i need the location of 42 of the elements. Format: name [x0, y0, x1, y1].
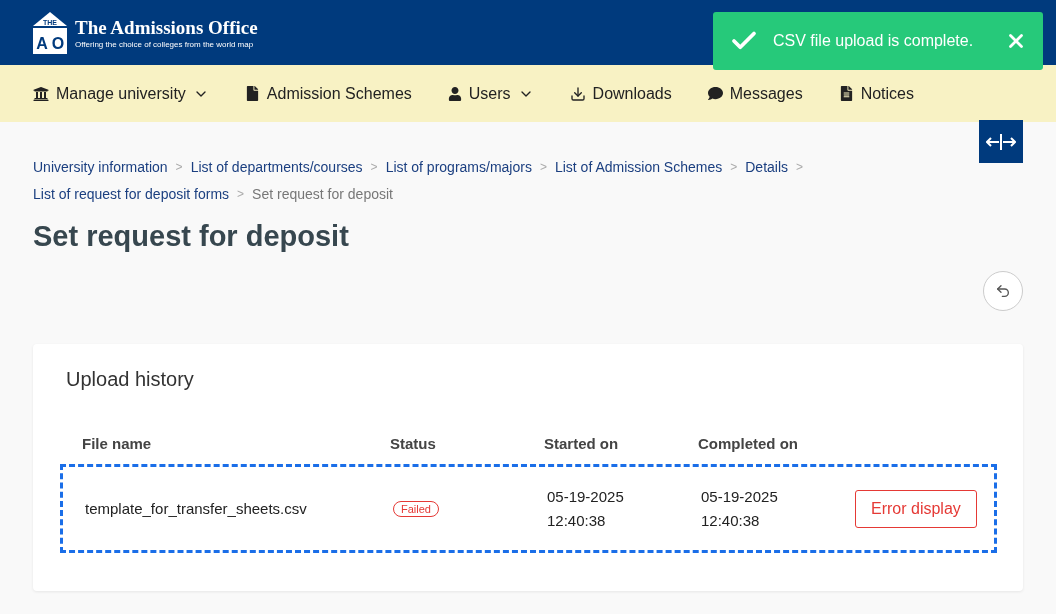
column-header: Status [390, 435, 437, 452]
breadcrumb-link[interactable]: University information [33, 158, 168, 177]
completed-cell-text: 05-19-2025 12:40:38 [701, 486, 779, 531]
breadcrumb-separator: > [796, 159, 804, 176]
download-icon [569, 85, 586, 102]
nav-item[interactable]: Downloads [569, 84, 672, 103]
toast-message: CSV file upload is complete. [773, 32, 975, 50]
breadcrumb-current[interactable]: Set request for deposit [252, 185, 393, 204]
column-header: Completed on [698, 435, 799, 452]
page-title: Set request for deposit [33, 220, 350, 253]
breadcrumb-separator: > [237, 186, 245, 203]
started-cell-text: 05-19-2025 12:40:38 [547, 486, 625, 531]
breadcrumb-link[interactable]: Details [745, 158, 789, 177]
user-icon [447, 86, 462, 101]
back-arrow-icon [995, 283, 1011, 299]
site-title: The Admissions Office [75, 16, 258, 39]
nav-item[interactable]: Admission Schemes [244, 84, 412, 103]
breadcrumb-separator: > [370, 159, 378, 176]
back-button[interactable] [983, 271, 1023, 311]
error-display-button[interactable]: Error display [855, 489, 977, 528]
breadcrumb-separator: > [539, 159, 547, 176]
layout-toggle-button[interactable] [979, 120, 1023, 163]
column-header: File name [82, 435, 153, 452]
nav-item[interactable]: Notices [838, 84, 914, 103]
breadcrumb-link[interactable]: List of programs/majors [385, 158, 532, 177]
breadcrumb-separator: > [730, 159, 738, 176]
split-arrows-icon [986, 132, 1016, 151]
breadcrumb-separator: > [175, 159, 183, 176]
breadcrumb-link[interactable]: List of departments/courses [190, 158, 363, 177]
speech-bubble-icon [707, 86, 723, 101]
breadcrumb-link[interactable]: List of Admission Schemes [554, 158, 723, 177]
site-tagline: Offering the choice of colleges from the world map [75, 39, 255, 49]
file-icon [244, 86, 260, 101]
nav-item[interactable]: Users [447, 84, 534, 103]
nav-item[interactable]: Manage university [33, 84, 209, 103]
column-header: Started on [544, 435, 620, 452]
breadcrumb-link[interactable]: List of request for deposit forms [33, 185, 230, 204]
document-icon [838, 86, 854, 101]
bank-icon [33, 85, 49, 102]
card-title: Upload history [66, 368, 195, 391]
nav-item[interactable]: Messages [707, 84, 803, 103]
file-name-cell-text: template_for_transfer_sheets.csv [85, 498, 308, 519]
